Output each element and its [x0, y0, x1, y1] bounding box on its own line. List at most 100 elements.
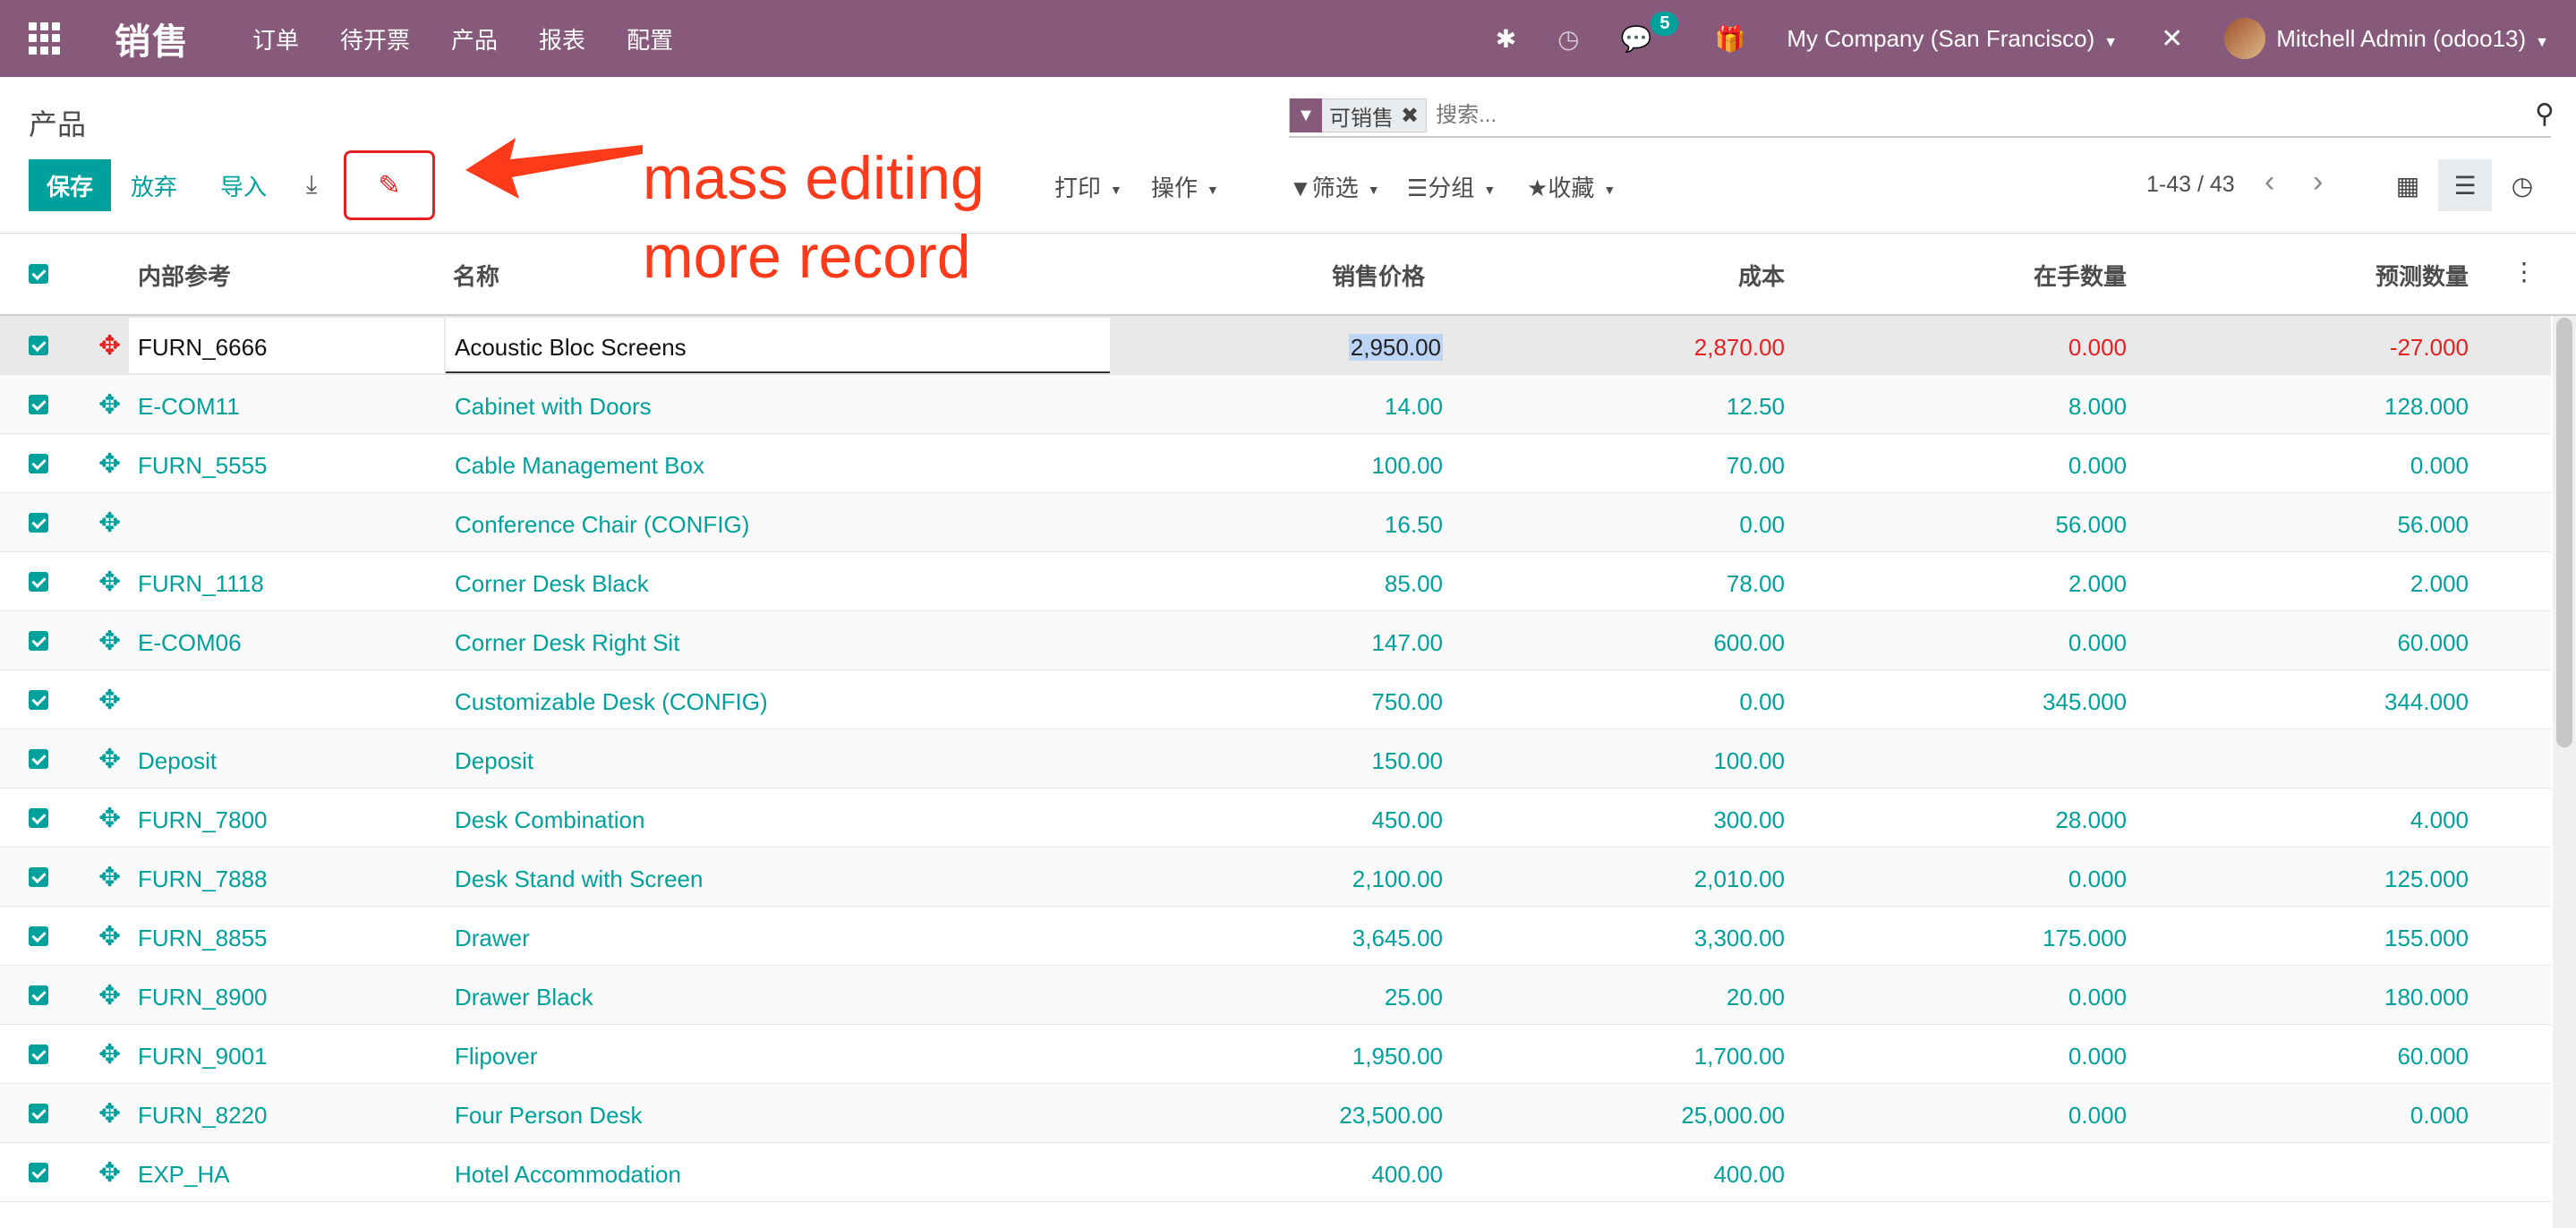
activity-view-icon[interactable]: ◷ [2495, 159, 2549, 211]
cell-reference[interactable]: FURN_8855 [138, 925, 268, 952]
cell-cost[interactable]: 78.00 [1495, 570, 1785, 598]
column-header-name[interactable]: 名称 [453, 259, 499, 292]
sale-price-input[interactable]: 2,950.00 [1348, 334, 1443, 361]
cell-forecast[interactable]: 60.000 [2175, 629, 2469, 657]
table-row[interactable]: ✥ Deposit Deposit 150.00 100.00 [0, 729, 2551, 789]
cell-cost[interactable]: 100.00 [1495, 747, 1785, 775]
gift-icon[interactable]: 🎁 [1714, 24, 1745, 54]
user-menu[interactable]: Mitchell Admin (odoo13) ▼ [2276, 25, 2549, 53]
table-row[interactable]: ✥ FURN_8900 Drawer Black 25.00 20.00 0.0… [0, 966, 2551, 1025]
column-header-on-hand[interactable]: 在手数量 [1835, 259, 2127, 292]
table-row[interactable]: ✥ Customizable Desk (CONFIG) 750.00 0.00… [0, 670, 2551, 729]
cell-name[interactable]: Acoustic Bloc Screens [455, 334, 687, 362]
row-checkbox[interactable] [29, 985, 48, 1005]
company-switcher[interactable]: My Company (San Francisco) ▼ [1787, 25, 2118, 53]
cell-on-hand[interactable]: 28.000 [1835, 806, 2127, 834]
cell-name[interactable]: Drawer [455, 925, 530, 952]
download-icon[interactable]: ⤓ [306, 170, 317, 200]
cell-reference[interactable]: FURN_9001 [138, 1043, 268, 1070]
cell-forecast[interactable]: -27.000 [2175, 334, 2469, 362]
cell-reference[interactable]: Deposit [138, 747, 217, 775]
menu-to-invoice[interactable]: 待开票 [340, 22, 410, 55]
cell-cost[interactable]: 300.00 [1495, 806, 1785, 834]
table-row[interactable]: ✥ EXP_HA Hotel Accommodation 400.00 400.… [0, 1143, 2551, 1202]
column-header-reference[interactable]: 内部参考 [138, 259, 231, 292]
table-row-editing[interactable]: ✥ FURN_6666 Acoustic Bloc Screens 2,950.… [0, 316, 2551, 375]
cell-name[interactable]: Desk Stand with Screen [455, 866, 703, 893]
cell-on-hand[interactable]: 0.000 [1835, 1102, 2127, 1130]
cell-forecast[interactable]: 60.000 [2175, 1043, 2469, 1070]
search-input[interactable] [1436, 103, 2551, 128]
row-checkbox[interactable] [29, 749, 48, 769]
cell-forecast[interactable]: 180.000 [2175, 984, 2469, 1011]
cell-forecast[interactable]: 128.000 [2175, 393, 2469, 421]
cell-name[interactable]: Cabinet with Doors [455, 393, 652, 421]
cell-forecast[interactable]: 0.000 [2175, 1102, 2469, 1130]
apps-menu-icon[interactable] [29, 22, 61, 55]
table-row[interactable]: ✥ FURN_9001 Flipover 1,950.00 1,700.00 0… [0, 1025, 2551, 1084]
drag-handle-icon[interactable]: ✥ [98, 389, 121, 421]
cell-on-hand[interactable]: 0.000 [1835, 334, 2127, 362]
drag-handle-icon[interactable]: ✥ [98, 330, 121, 362]
row-checkbox[interactable] [29, 454, 48, 473]
row-checkbox[interactable] [29, 808, 48, 828]
cell-sale-price[interactable]: 16.50 [1155, 511, 1443, 539]
cell-reference[interactable]: FURN_7888 [138, 866, 268, 893]
drag-handle-icon[interactable]: ✥ [98, 1039, 121, 1070]
remove-facet-icon[interactable]: ✖ [1401, 103, 1426, 129]
cell-cost[interactable]: 25,000.00 [1495, 1102, 1785, 1130]
menu-orders[interactable]: 订单 [252, 22, 299, 55]
cell-sale-price[interactable]: 3,645.00 [1155, 925, 1443, 952]
cell-name[interactable]: Desk Combination [455, 806, 644, 834]
cell-cost[interactable]: 20.00 [1495, 984, 1785, 1011]
cell-on-hand[interactable]: 0.000 [1835, 452, 2127, 480]
menu-configuration[interactable]: 配置 [627, 22, 673, 55]
table-row[interactable]: ✥ FURN_7800 Desk Combination 450.00 300.… [0, 789, 2551, 848]
row-checkbox[interactable] [29, 631, 48, 651]
drag-handle-icon[interactable]: ✥ [98, 567, 121, 598]
row-checkbox[interactable] [29, 336, 48, 355]
cell-forecast[interactable]: 4.000 [2175, 806, 2469, 834]
cell-sale-price[interactable]: 23,500.00 [1155, 1102, 1443, 1130]
app-brand[interactable]: 销售 [115, 13, 190, 64]
table-row[interactable]: ✥ FURN_1118 Corner Desk Black 85.00 78.0… [0, 552, 2551, 611]
import-button[interactable]: 导入 [220, 159, 267, 211]
cell-name[interactable]: Customizable Desk (CONFIG) [455, 688, 768, 716]
cell-forecast[interactable]: 155.000 [2175, 925, 2469, 952]
cell-on-hand[interactable]: 2.000 [1835, 570, 2127, 598]
clock-icon[interactable]: ◷ [1557, 24, 1579, 54]
cell-cost[interactable]: 0.00 [1495, 511, 1785, 539]
tools-icon[interactable]: ✕ [2161, 23, 2183, 55]
cell-sale-price[interactable]: 147.00 [1155, 629, 1443, 657]
cell-sale-price[interactable]: 750.00 [1155, 688, 1443, 716]
cell-cost[interactable]: 600.00 [1495, 629, 1785, 657]
table-row[interactable]: ✥ FURN_8855 Drawer 3,645.00 3,300.00 175… [0, 907, 2551, 966]
table-row[interactable]: ✥ E-COM11 Cabinet with Doors 14.00 12.50… [0, 375, 2551, 434]
menu-products[interactable]: 产品 [451, 22, 498, 55]
drag-handle-icon[interactable]: ✥ [98, 507, 121, 539]
cell-cost[interactable]: 1,700.00 [1495, 1043, 1785, 1070]
column-header-sale-price[interactable]: 销售价格 [1155, 259, 1425, 292]
cell-cost[interactable]: 3,300.00 [1495, 925, 1785, 952]
cell-sale-price[interactable]: 1,950.00 [1155, 1043, 1443, 1070]
drag-handle-icon[interactable]: ✥ [98, 980, 121, 1011]
pager-value[interactable]: 1-43 / 43 [2146, 172, 2235, 198]
save-button[interactable]: 保存 [29, 159, 111, 211]
cell-sale-price[interactable]: 150.00 [1155, 747, 1443, 775]
cell-on-hand[interactable]: 0.000 [1835, 984, 2127, 1011]
bug-icon[interactable]: ✱ [1496, 24, 1516, 54]
cell-sale-price[interactable]: 14.00 [1155, 393, 1443, 421]
cell-cost[interactable]: 12.50 [1495, 393, 1785, 421]
cell-forecast[interactable]: 125.000 [2175, 866, 2469, 893]
cell-name[interactable]: Corner Desk Black [455, 570, 649, 598]
drag-handle-icon[interactable]: ✥ [98, 1098, 121, 1130]
cell-sale-price[interactable]: 450.00 [1155, 806, 1443, 834]
drag-handle-icon[interactable]: ✥ [98, 685, 121, 716]
cell-on-hand[interactable]: 0.000 [1835, 629, 2127, 657]
row-checkbox[interactable] [29, 1104, 48, 1123]
pager-previous-icon[interactable]: ‹ [2265, 165, 2274, 200]
chat-icon[interactable]: 💬 5 [1621, 11, 1679, 54]
column-header-cost[interactable]: 成本 [1495, 259, 1785, 292]
scrollbar-thumb[interactable] [2556, 318, 2572, 747]
drag-handle-icon[interactable]: ✥ [98, 803, 121, 834]
